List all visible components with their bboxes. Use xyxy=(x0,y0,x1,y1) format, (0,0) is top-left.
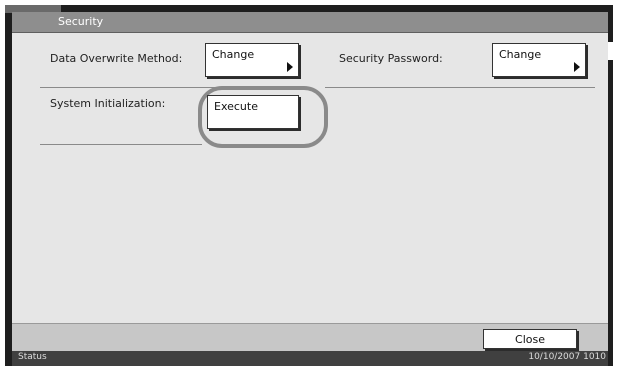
security-password-label: Security Password: xyxy=(339,52,443,65)
button-label: Change xyxy=(212,48,255,61)
security-panel: Security Data Overwrite Method: Change S… xyxy=(12,12,608,352)
close-button[interactable]: Close xyxy=(483,329,577,349)
button-label: Close xyxy=(515,333,545,346)
chevron-right-icon xyxy=(574,62,580,72)
security-password-change-button[interactable]: Change xyxy=(492,43,586,77)
data-overwrite-label: Data Overwrite Method: xyxy=(50,52,183,65)
button-label: Change xyxy=(499,48,542,61)
title-bar: Security xyxy=(12,12,608,33)
status-button[interactable]: Status xyxy=(18,352,47,362)
system-initialization-label: System Initialization: xyxy=(50,97,166,110)
status-bar: Status 10/10/2007 1010 xyxy=(12,351,608,366)
button-label: Execute xyxy=(214,100,258,113)
page-title: Security xyxy=(58,15,104,28)
chevron-right-icon xyxy=(287,62,293,72)
divider xyxy=(325,87,595,88)
system-initialization-execute-button[interactable]: Execute xyxy=(207,95,299,129)
data-overwrite-change-button[interactable]: Change xyxy=(205,43,299,77)
settings-area: Data Overwrite Method: Change Security P… xyxy=(12,33,608,323)
footer-bar: Close xyxy=(12,323,608,352)
datetime: 10/10/2007 1010 xyxy=(528,352,606,362)
divider xyxy=(40,144,202,145)
